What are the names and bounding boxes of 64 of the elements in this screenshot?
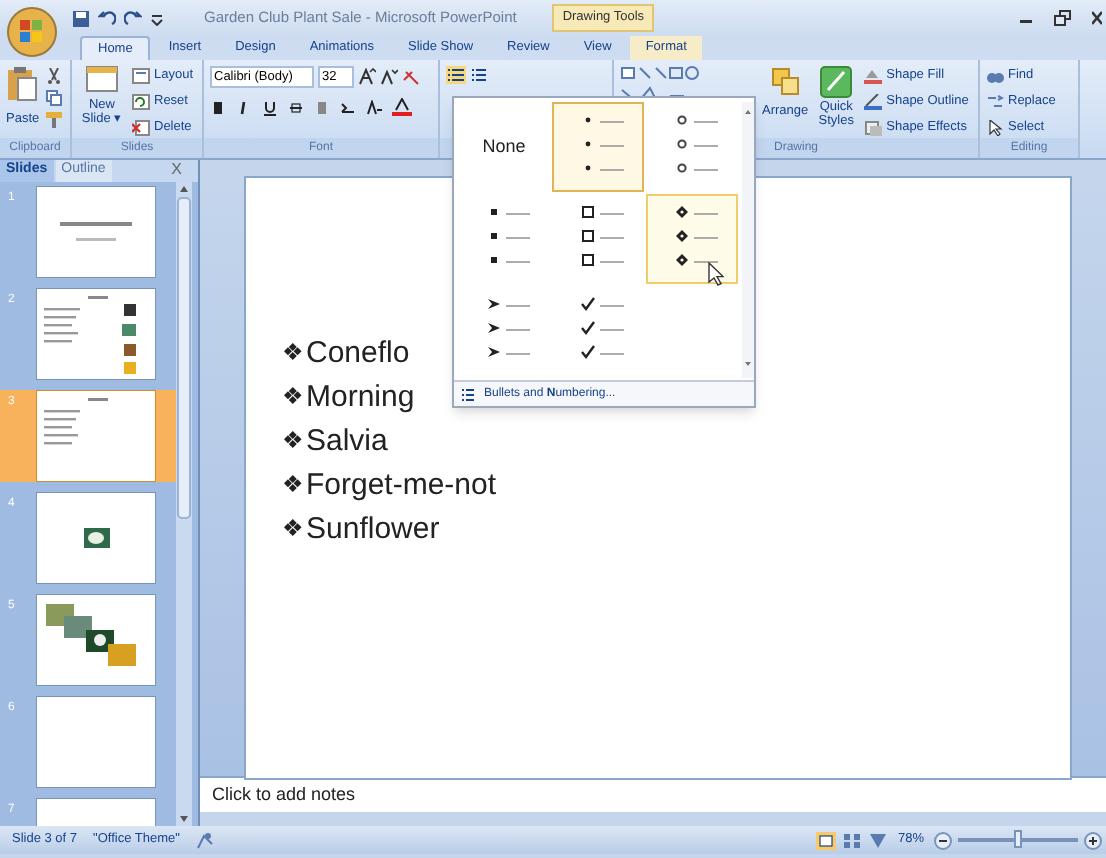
shrink-font-icon[interactable] [380,68,398,86]
slide-icon [86,66,118,94]
delete-icon [132,120,150,136]
slider-thumb[interactable] [1014,830,1022,848]
bold-icon[interactable] [210,99,226,115]
shadow-icon[interactable] [314,99,330,115]
pointer-icon [986,120,1004,136]
paint-bucket-icon [864,68,883,84]
scrollbar[interactable] [176,182,192,826]
undo-icon[interactable] [98,9,116,27]
slide-thumbnail[interactable] [36,594,156,686]
slide-thumbnail[interactable] [36,492,156,584]
slide-thumbnail[interactable] [36,186,156,278]
close-icon[interactable] [1092,10,1102,26]
bullet-text: Sunflower [306,510,440,548]
grow-font-icon[interactable] [358,68,376,86]
eraser-icon[interactable] [402,68,422,86]
numbering-icon[interactable] [470,66,488,84]
zoom-out-icon[interactable] [934,831,952,849]
strikethrough-icon[interactable] [288,99,304,115]
bullet-icon: ❖ [282,334,304,372]
format-painter-icon[interactable] [45,112,62,128]
pen-icon [820,66,853,98]
binoculars-icon [986,68,1004,84]
layout-icon [132,68,150,84]
underline-icon[interactable] [262,99,278,115]
bullet-icon: ❖ [282,422,304,460]
menu-scrollbar[interactable] [742,102,754,378]
bullet-icon: ❖ [282,510,304,548]
notes-field[interactable]: Click to add notes [200,776,1106,812]
slide-thumbnail[interactable] [36,696,156,788]
bullet-style-option[interactable]: None [458,102,550,192]
bullet-style-option[interactable] [646,194,738,284]
replace-icon [986,94,1004,110]
redo-icon[interactable] [124,9,142,27]
customize-icon[interactable] [150,11,164,25]
effects-icon [864,120,883,136]
save-icon[interactable] [72,9,90,27]
spacing-icon[interactable] [340,99,356,115]
slide-thumbnail[interactable] [36,390,156,482]
font-color-icon[interactable] [392,98,412,116]
list-icon [460,387,476,401]
slide-show-icon[interactable] [867,831,888,849]
mouse-pointer-icon [708,262,724,286]
close-pane-button[interactable]: X [171,158,182,182]
change-case-icon[interactable] [366,99,382,115]
pencil-icon [864,94,883,110]
cut-icon[interactable] [45,68,62,84]
reset-icon [132,94,150,110]
bullet-text: Salvia [306,422,388,460]
restore-icon[interactable] [1054,10,1072,26]
bullet-icon: ❖ [282,466,304,504]
normal-view-icon[interactable] [815,831,836,849]
bullet-icon: ❖ [282,378,304,416]
arrange-icon [771,68,800,96]
slide-thumbnail[interactable] [36,288,156,380]
bullet-text: Forget-me-not [306,466,497,504]
bullet-text: Morning [306,378,415,416]
clipboard-icon [6,66,39,102]
slide-sorter-icon[interactable] [841,831,862,849]
zoom-in-icon[interactable] [1084,831,1102,849]
copy-icon[interactable] [45,90,62,106]
bullet-text: Coneflo [306,334,410,372]
bullets-icon[interactable] [446,66,466,84]
